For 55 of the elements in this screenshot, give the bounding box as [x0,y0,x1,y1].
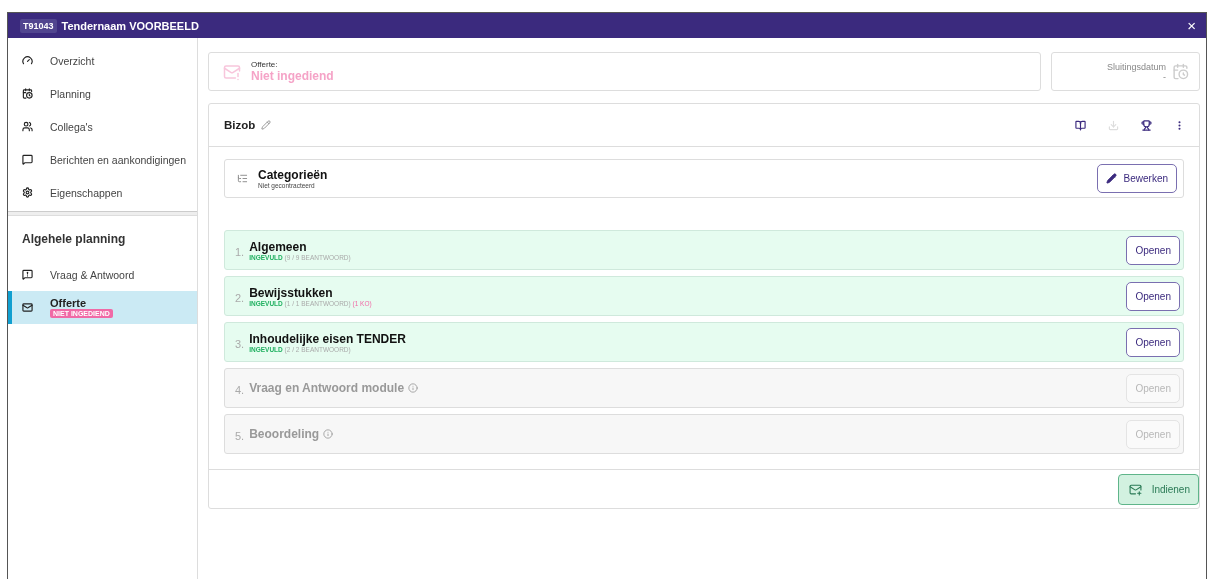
sidebar-label: Overzicht [50,54,95,67]
sidebar-label: Collega's [50,120,93,133]
sidebar-label: Eigenschappen [50,186,123,199]
sidebar-item[interactable]: Berichten en aankondigingen [8,143,197,176]
tree-icon [237,173,248,184]
chat-alert-icon [22,269,33,280]
mail-plus-icon [1128,482,1142,496]
calendar-icon [22,88,33,99]
window-title: Tendernaam VOORBEELD [61,19,200,32]
status-value: Niet ingediend [251,69,334,83]
gauge-icon [22,55,33,66]
pencil-icon [1105,173,1117,184]
mail-icon [22,302,33,313]
closing-date-label: Sluitingsdatum [1106,61,1166,72]
section-title: Algehele planning [21,231,127,248]
section-number: 5. [235,430,245,442]
section-title: Vraag en Antwoord module [249,381,405,395]
open-button[interactable]: Openen [1126,327,1180,357]
section-number: 4. [235,384,245,396]
submit-button[interactable]: Indienen [1117,473,1199,505]
sidebar-label: Vraag & Antwoord [50,268,135,281]
sidebar-label: Planning [50,87,91,100]
calendar-icon [1172,63,1189,80]
sidebar-item[interactable]: Overzicht [8,44,197,77]
categories-title: Categorieën [258,168,328,182]
edit-button[interactable]: Bewerken [1096,164,1177,193]
sidebar-label: Berichten en aankondigingen [50,153,187,166]
settings-icon [22,187,33,198]
sidebar-item[interactable]: Eigenschappen [8,176,197,209]
panel-title: Bizob [224,119,256,131]
section-number: 2. [235,292,245,304]
section-number: 3. [235,338,245,350]
section-title: Bewijsstukken [249,285,333,300]
section-title: Algemeen [249,239,307,254]
trophy-icon [1141,119,1152,131]
sidebar-item[interactable]: Collega's [8,110,197,143]
section-number: 1. [235,246,245,258]
close-button[interactable]: × [1185,17,1198,34]
users-icon [22,121,33,132]
status-label: Offerte: [251,60,279,69]
toolbar-button[interactable] [1075,119,1086,131]
book-icon [1075,119,1086,131]
chat-icon [22,154,33,165]
open-button[interactable]: Openen [1126,235,1180,265]
open-button[interactable]: Openen [1126,281,1180,311]
sidebar-item[interactable]: Planning [8,77,197,110]
closing-date-value: - [1163,71,1166,82]
section-title: Beoordeling [249,427,320,441]
toolbar-button[interactable] [1141,119,1152,131]
sidebar-item[interactable]: Vraag & Antwoord [8,258,197,291]
mail-alert-icon [223,62,241,81]
download-icon [1108,119,1119,131]
sidebar-label: Offerte [50,297,88,309]
section-title: Inhoudelijke eisen TENDER [249,331,406,346]
tender-code: T91043 [20,18,57,33]
